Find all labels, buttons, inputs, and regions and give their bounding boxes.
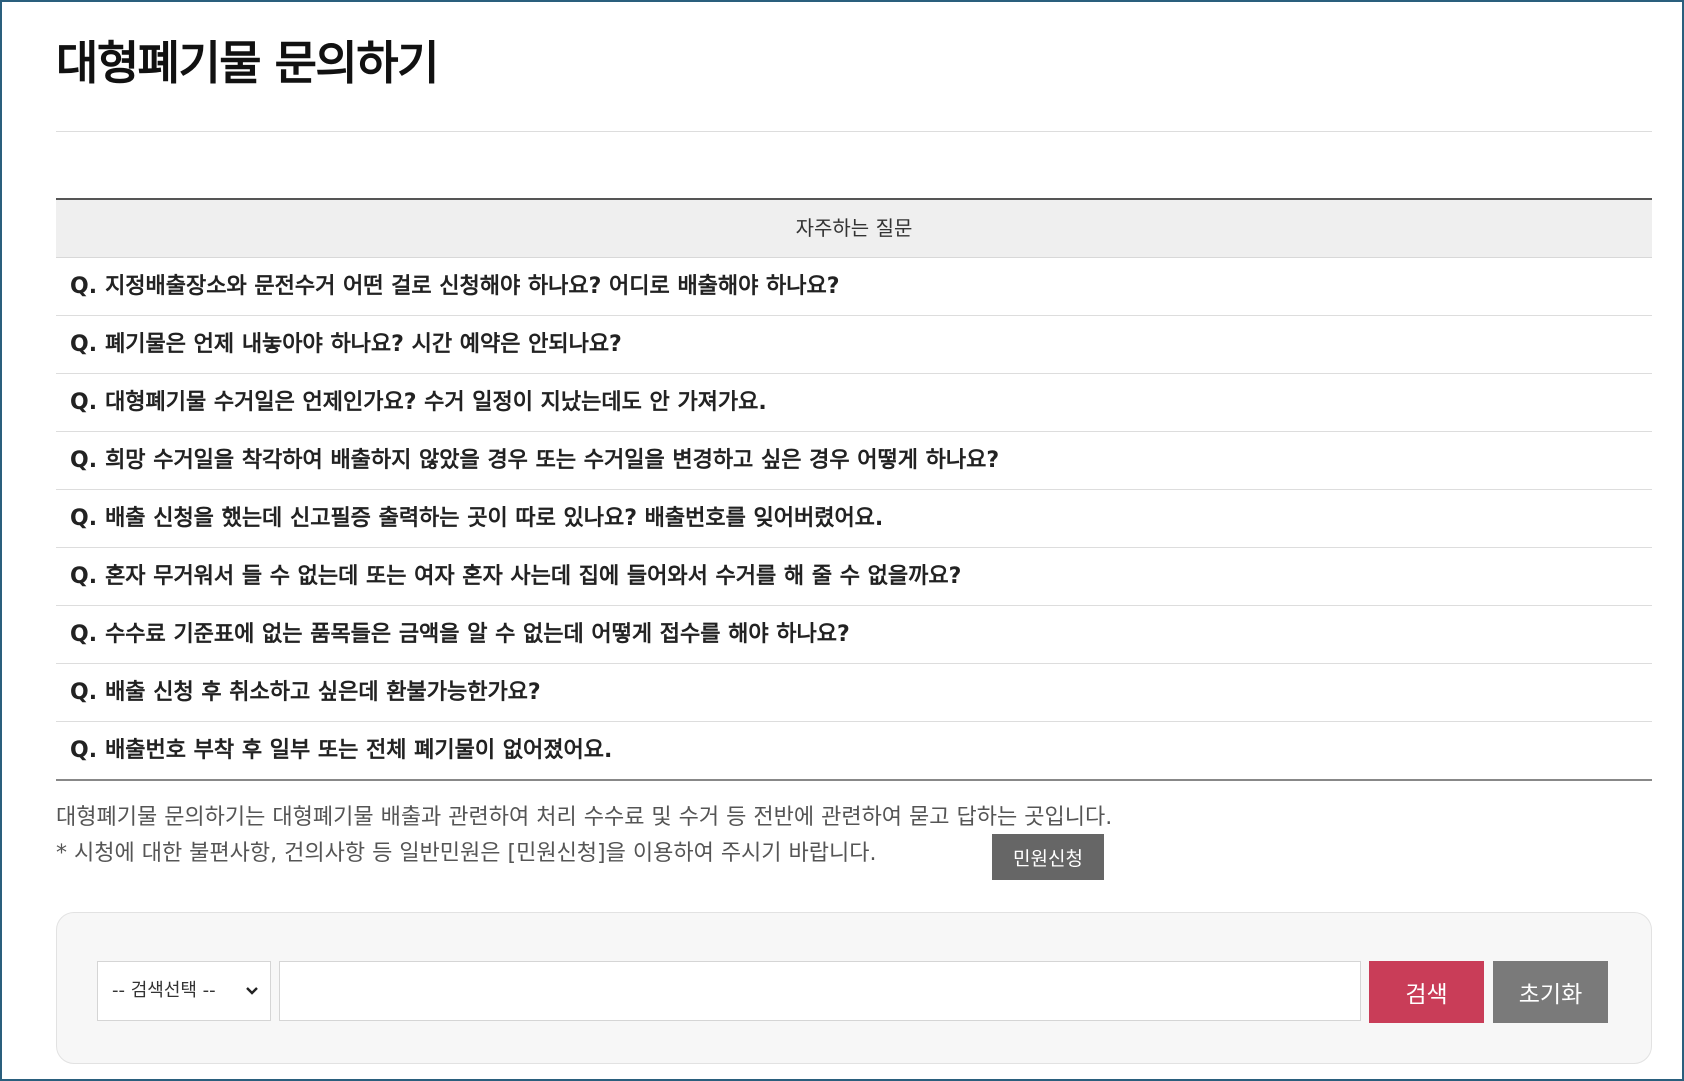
- faq-q-marker: Q.: [70, 448, 98, 473]
- faq-q-marker: Q.: [70, 680, 98, 705]
- faq-item[interactable]: Q. 배출 신청 후 취소하고 싶은데 환불가능한가요?: [56, 664, 1652, 722]
- faq-item[interactable]: Q. 희망 수거일을 착각하여 배출하지 않았을 경우 또는 수거일을 변경하고 …: [56, 432, 1652, 490]
- faq-q-marker: Q.: [70, 622, 98, 647]
- faq-q-marker: Q.: [70, 332, 98, 357]
- search-type-select[interactable]: -- 검색선택 --: [97, 961, 271, 1021]
- faq-item[interactable]: Q. 지정배출장소와 문전수거 어떤 걸로 신청해야 하나요? 어디로 배출해야 …: [56, 258, 1652, 316]
- search-input[interactable]: [279, 961, 1361, 1021]
- faq-item[interactable]: Q. 배출 신청을 했는데 신고필증 출력하는 곳이 따로 있나요? 배출번호를 …: [56, 490, 1652, 548]
- faq-item[interactable]: Q. 수수료 기준표에 없는 품목들은 금액을 알 수 없는데 어떻게 접수를 해…: [56, 606, 1652, 664]
- faq-item[interactable]: Q. 대형폐기물 수거일은 언제인가요? 수거 일정이 지났는데도 안 가져가요.: [56, 374, 1652, 432]
- faq-question: 대형폐기물 수거일은 언제인가요? 수거 일정이 지났는데도 안 가져가요.: [105, 390, 767, 415]
- faq-item[interactable]: Q. 배출번호 부착 후 일부 또는 전체 폐기물이 없어졌어요.: [56, 722, 1652, 779]
- faq-question: 혼자 무거워서 들 수 없는데 또는 여자 혼자 사는데 집에 들어와서 수거를…: [105, 564, 962, 589]
- civil-complaint-button[interactable]: 민원신청: [992, 834, 1104, 880]
- faq-question: 희망 수거일을 착각하여 배출하지 않았을 경우 또는 수거일을 변경하고 싶은…: [105, 448, 1000, 473]
- faq-item[interactable]: Q. 폐기물은 언제 내놓아야 하나요? 시간 예약은 안되나요?: [56, 316, 1652, 374]
- faq-q-marker: Q.: [70, 274, 98, 299]
- title-divider: [56, 131, 1652, 132]
- faq-q-marker: Q.: [70, 390, 98, 415]
- faq-question: 수수료 기준표에 없는 품목들은 금액을 알 수 없는데 어떻게 접수를 해야 …: [105, 622, 850, 647]
- search-button[interactable]: 검색: [1369, 961, 1484, 1023]
- faq-table: 자주하는 질문 Q. 지정배출장소와 문전수거 어떤 걸로 신청해야 하나요? 어…: [56, 198, 1652, 781]
- search-type-selected: -- 검색선택 --: [112, 980, 216, 1001]
- faq-q-marker: Q.: [70, 506, 98, 531]
- reset-button[interactable]: 초기화: [1493, 961, 1608, 1023]
- chevron-down-icon: [244, 962, 260, 1044]
- faq-question: 폐기물은 언제 내놓아야 하나요? 시간 예약은 안되나요?: [105, 332, 622, 357]
- faq-item[interactable]: Q. 혼자 무거워서 들 수 없는데 또는 여자 혼자 사는데 집에 들어와서 수…: [56, 548, 1652, 606]
- notice-line-description: 대형폐기물 문의하기는 대형폐기물 배출과 관련하여 처리 수수료 및 수거 등…: [56, 805, 1113, 830]
- faq-header: 자주하는 질문: [56, 200, 1652, 258]
- faq-q-marker: Q.: [70, 738, 98, 763]
- search-box: -- 검색선택 -- 검색 초기화: [56, 912, 1652, 1064]
- faq-question: 배출 신청을 했는데 신고필증 출력하는 곳이 따로 있나요? 배출번호를 잊어…: [105, 506, 884, 531]
- faq-question: 배출번호 부착 후 일부 또는 전체 폐기물이 없어졌어요.: [105, 738, 613, 763]
- notice-text: 대형폐기물 문의하기는 대형폐기물 배출과 관련하여 처리 수수료 및 수거 등…: [56, 800, 1112, 872]
- notice-line-civil: * 시청에 대한 불편사항, 건의사항 등 일반민원은 [민원신청]을 이용하여…: [56, 841, 877, 866]
- page-title: 대형폐기물 문의하기: [56, 36, 439, 90]
- faq-question: 배출 신청 후 취소하고 싶은데 환불가능한가요?: [105, 680, 541, 705]
- page-frame: 대형폐기물 문의하기 자주하는 질문 Q. 지정배출장소와 문전수거 어떤 걸로 …: [0, 0, 1684, 1081]
- faq-q-marker: Q.: [70, 564, 98, 589]
- faq-question: 지정배출장소와 문전수거 어떤 걸로 신청해야 하나요? 어디로 배출해야 하나…: [105, 274, 840, 299]
